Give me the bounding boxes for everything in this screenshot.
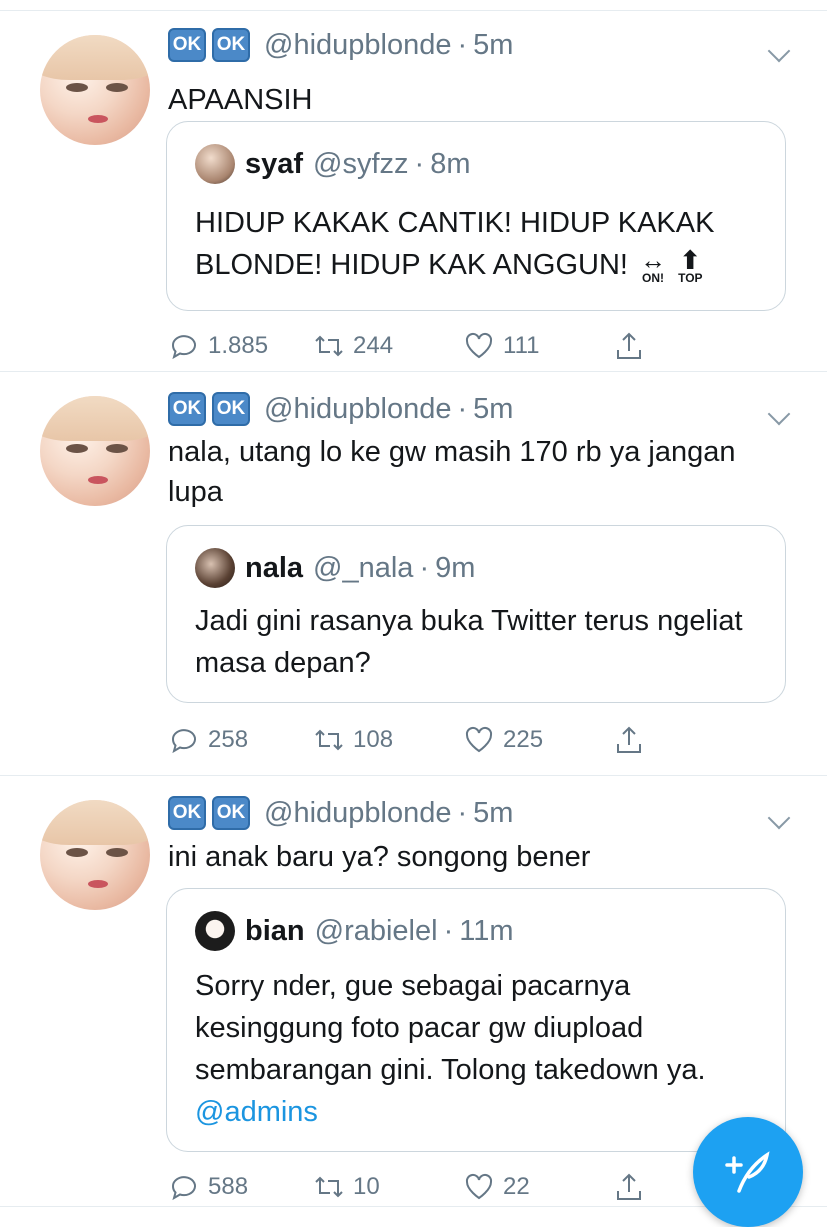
- separator-dot: ·: [414, 147, 425, 180]
- chevron-down-icon[interactable]: [767, 39, 791, 63]
- share-button[interactable]: [613, 724, 653, 756]
- retweet-button[interactable]: 244: [313, 330, 463, 362]
- quoted-text: Jadi gini rasanya buka Twitter terus nge…: [195, 605, 743, 679]
- ok-badge: OK: [168, 796, 206, 830]
- reply-button[interactable]: 258: [168, 724, 313, 756]
- ok-badge: OK: [168, 28, 206, 62]
- chevron-down-icon[interactable]: [767, 806, 791, 830]
- retweet-button[interactable]: 10: [313, 1171, 463, 1203]
- separator-dot: ·: [443, 914, 454, 947]
- top-divider: [0, 0, 827, 11]
- separator-dot: ·: [419, 551, 430, 584]
- quoted-handle: @rabielel: [314, 914, 438, 947]
- like-button[interactable]: 22: [463, 1171, 613, 1203]
- separator-dot: ·: [457, 796, 468, 829]
- retweet-icon: [315, 729, 343, 751]
- avatar[interactable]: [40, 396, 150, 506]
- on-arrow-icon: ↔ ON!: [640, 245, 667, 286]
- separator-dot: ·: [457, 392, 468, 425]
- tweet-actions: 258 108 225: [168, 724, 668, 756]
- quoted-header: syaf @syfzz · 8m: [195, 144, 471, 184]
- share-icon: [617, 1173, 641, 1200]
- quoted-header: bian @rabielel · 11m: [195, 911, 514, 951]
- quoted-avatar: [195, 911, 235, 951]
- tweet-header: OK OK @hidupblonde · 5m: [168, 392, 513, 426]
- heart-icon: [465, 726, 493, 753]
- quoted-tweet[interactable]: nala @_nala · 9m Jadi gini rasanya buka …: [166, 525, 786, 703]
- quoted-name: bian: [245, 914, 305, 947]
- reply-icon: [172, 335, 196, 360]
- quoted-timestamp: 9m: [435, 551, 476, 584]
- tweet-header: OK OK @hidupblonde · 5m: [168, 796, 513, 830]
- reply-count: 1.885: [208, 332, 269, 359]
- quoted-tweet[interactable]: syaf @syfzz · 8m HIDUP KAKAK CANTIK! HID…: [166, 121, 786, 311]
- quoted-text-body: Sorry nder, gue sebagai pacarnya kesingg…: [195, 970, 706, 1086]
- share-icon: [617, 726, 641, 753]
- tweet-text: nala, utang lo ke gw masih 170 rb ya jan…: [168, 436, 736, 508]
- like-count: 111: [503, 332, 540, 359]
- quoted-handle: @syfzz: [313, 147, 409, 180]
- compose-tweet-button[interactable]: [693, 1117, 803, 1227]
- quoted-timestamp: 11m: [459, 914, 514, 947]
- quoted-tweet[interactable]: bian @rabielel · 11m Sorry nder, gue seb…: [166, 888, 786, 1152]
- retweet-icon: [315, 335, 343, 357]
- ok-badge: OK: [212, 392, 250, 426]
- retweet-count: 10: [353, 1173, 380, 1200]
- share-icon: [617, 332, 641, 359]
- reply-icon: [172, 729, 196, 754]
- quoted-handle: @_nala: [313, 551, 414, 584]
- quoted-text-body: HIDUP KAKAK CANTIK! HIDUP KAKAK BLONDE! …: [195, 207, 715, 281]
- quoted-text: Sorry nder, gue sebagai pacarnya kesingg…: [195, 965, 765, 1133]
- quoted-timestamp: 8m: [430, 147, 471, 180]
- reply-button[interactable]: 1.885: [168, 330, 313, 362]
- ok-badge: OK: [212, 796, 250, 830]
- retweet-icon: [315, 1176, 343, 1198]
- share-button[interactable]: [613, 1171, 653, 1203]
- avatar[interactable]: [40, 800, 150, 910]
- chevron-down-icon[interactable]: [767, 402, 791, 426]
- reply-count: 588: [208, 1173, 249, 1200]
- quoted-name: syaf: [245, 147, 304, 180]
- ok-badge: OK: [212, 28, 250, 62]
- quoted-avatar: [195, 144, 235, 184]
- mention-link[interactable]: @admins: [195, 1096, 318, 1128]
- user-handle[interactable]: @hidupblonde: [264, 393, 451, 426]
- retweet-count: 244: [353, 332, 394, 359]
- share-button[interactable]: [613, 330, 653, 362]
- quoted-avatar: [195, 548, 235, 588]
- tweet-text: APAANSIH: [168, 84, 313, 116]
- tweet[interactable]: OK OK @hidupblonde · 5m APAANSIH syaf @s…: [0, 11, 827, 372]
- reply-count: 258: [208, 726, 249, 753]
- like-button[interactable]: 111: [463, 330, 613, 362]
- retweet-button[interactable]: 108: [313, 724, 463, 756]
- heart-icon: [465, 332, 493, 359]
- quoted-name: nala: [245, 551, 304, 584]
- reply-button[interactable]: 588: [168, 1171, 313, 1203]
- tweet-header: OK OK @hidupblonde · 5m: [168, 28, 513, 62]
- top-arrow-icon: ⬆ TOP: [678, 245, 703, 286]
- timestamp[interactable]: 5m: [473, 797, 513, 830]
- like-count: 225: [503, 726, 544, 753]
- tweet-actions: 588 10 22: [168, 1171, 668, 1203]
- user-handle[interactable]: @hidupblonde: [264, 29, 451, 62]
- like-count: 22: [503, 1173, 530, 1200]
- retweet-count: 108: [353, 726, 394, 753]
- like-button[interactable]: 225: [463, 724, 613, 756]
- quoted-header: nala @_nala · 9m: [195, 548, 475, 588]
- ok-badge: OK: [168, 392, 206, 426]
- separator-dot: ·: [457, 28, 468, 61]
- timestamp[interactable]: 5m: [473, 29, 513, 62]
- tweet[interactable]: OK OK @hidupblonde · 5m nala, utang lo k…: [0, 372, 827, 776]
- tweet-actions: 1.885 244 111: [168, 330, 668, 362]
- heart-icon: [465, 1173, 493, 1200]
- avatar[interactable]: [40, 35, 150, 145]
- user-handle[interactable]: @hidupblonde: [264, 797, 451, 830]
- quoted-text: HIDUP KAKAK CANTIK! HIDUP KAKAK BLONDE! …: [195, 202, 765, 286]
- tweet-text: ini anak baru ya? songong bener: [168, 841, 591, 873]
- reply-icon: [172, 1176, 196, 1201]
- timestamp[interactable]: 5m: [473, 393, 513, 426]
- compose-feather-icon: [725, 1151, 770, 1193]
